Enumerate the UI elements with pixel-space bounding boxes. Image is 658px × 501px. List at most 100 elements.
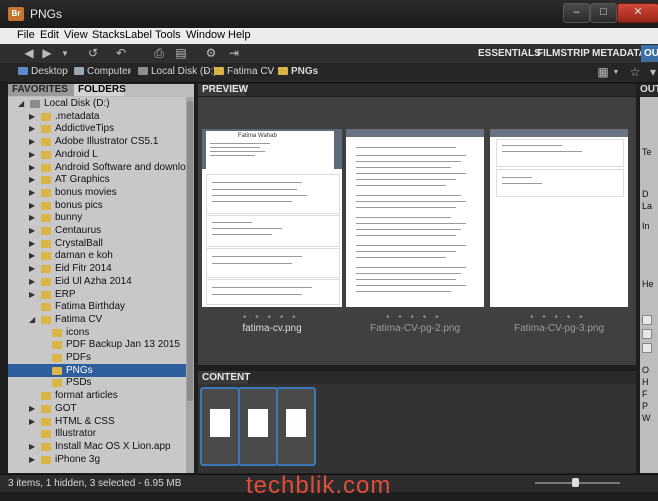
- view-dropdown-icon[interactable]: ▼: [612, 65, 620, 80]
- expanded-arrow-icon[interactable]: ◢: [29, 313, 35, 326]
- folder-tree-item[interactable]: ▶ HTML & CSS: [8, 415, 186, 428]
- tab-preview[interactable]: PREVIEW: [198, 84, 248, 96]
- camera-import-icon[interactable]: ⎙: [150, 46, 168, 61]
- folder-tree-item[interactable]: ▶ .metadata: [8, 110, 186, 123]
- output-label[interactable]: F: [642, 389, 648, 399]
- dropdown-arrow-icon[interactable]: ▼: [56, 46, 74, 61]
- folder-tree-item[interactable]: ▶ ERP: [8, 288, 186, 301]
- workspace-filmstrip[interactable]: FILMSTRIP: [537, 48, 590, 59]
- scrollbar-thumb[interactable]: [187, 101, 193, 401]
- collapsed-arrow-icon[interactable]: ▶: [29, 173, 35, 186]
- tab-content[interactable]: CONTENT: [198, 371, 250, 384]
- menu-label[interactable]: Label: [125, 29, 152, 41]
- folder-tree-item[interactable]: PDFs: [8, 351, 186, 364]
- folder-tree-item[interactable]: ▶ Adobe Illustrator CS5.1: [8, 135, 186, 148]
- rating-dots[interactable]: • • • • •: [243, 312, 299, 323]
- menu-file[interactable]: File: [17, 29, 35, 41]
- close-button[interactable]: ✕: [617, 3, 658, 23]
- collapsed-arrow-icon[interactable]: ▶: [29, 122, 35, 135]
- output-label[interactable]: P: [642, 401, 648, 411]
- collapsed-arrow-icon[interactable]: ▶: [29, 199, 35, 212]
- refine-icon[interactable]: ▤: [172, 46, 190, 61]
- maximize-button[interactable]: □: [590, 3, 617, 23]
- preview-page-3[interactable]: [490, 129, 628, 307]
- preview-page-1[interactable]: Fatima Wahab: [202, 129, 342, 307]
- workspace-output[interactable]: OU: [641, 45, 658, 62]
- collapsed-arrow-icon[interactable]: ▶: [29, 275, 35, 288]
- content-thumbnail[interactable]: [276, 387, 316, 466]
- breadcrumb-fatima-cv[interactable]: Fatima CV: [214, 66, 274, 77]
- sort-icon[interactable]: ▾: [644, 65, 658, 80]
- folder-tree-item[interactable]: ▶ bonus pics: [8, 199, 186, 212]
- collapsed-arrow-icon[interactable]: ▶: [29, 161, 35, 174]
- output-label[interactable]: H: [642, 377, 649, 387]
- folder-tree-item[interactable]: ▶ GOT: [8, 402, 186, 415]
- collapsed-arrow-icon[interactable]: ▶: [29, 211, 35, 224]
- folder-tree-item[interactable]: PDF Backup Jan 13 2015: [8, 338, 186, 351]
- preview-page-2[interactable]: [346, 129, 484, 307]
- collapsed-arrow-icon[interactable]: ▶: [29, 415, 35, 428]
- menu-edit[interactable]: Edit: [40, 29, 59, 41]
- folder-tree-item[interactable]: ◢ Local Disk (D:): [8, 97, 186, 110]
- workspace-essentials[interactable]: ESSENTIALS: [478, 48, 541, 59]
- tab-folders[interactable]: FOLDERS: [74, 84, 126, 96]
- folder-tree-item[interactable]: Fatima Birthday: [8, 300, 186, 313]
- rating-dots[interactable]: • • • • •: [530, 312, 586, 323]
- menu-tools[interactable]: Tools: [155, 29, 181, 41]
- folder-tree-item[interactable]: ▶ daman e koh: [8, 249, 186, 262]
- folder-tree-item[interactable]: ▶ iPhone 3g: [8, 453, 186, 466]
- minimize-button[interactable]: ‒: [563, 3, 590, 23]
- output-label[interactable]: W: [642, 413, 651, 423]
- folder-tree-item[interactable]: ▶ AT Graphics: [8, 173, 186, 186]
- output-checkbox[interactable]: [642, 329, 652, 339]
- output-label[interactable]: O: [642, 365, 649, 375]
- folder-tree-item[interactable]: PNGs: [8, 363, 186, 377]
- collapsed-arrow-icon[interactable]: ▶: [29, 288, 35, 301]
- output-label[interactable]: La: [642, 201, 652, 211]
- expanded-arrow-icon[interactable]: ◢: [18, 97, 24, 110]
- breadcrumb-computer[interactable]: Computer: [74, 66, 131, 77]
- folder-tree-item[interactable]: ▶ Android Software and downloads: [8, 161, 186, 174]
- output-checkbox[interactable]: [642, 315, 652, 325]
- recent-folders-icon[interactable]: ↺: [84, 46, 102, 61]
- folder-tree-item[interactable]: ▶ Eid Fitr 2014: [8, 262, 186, 275]
- folder-tree-item[interactable]: ▶ AddictiveTips: [8, 122, 186, 135]
- collapsed-arrow-icon[interactable]: ▶: [29, 262, 35, 275]
- folder-tree-item[interactable]: ▶ bonus movies: [8, 186, 186, 199]
- breadcrumb-pngs[interactable]: PNGs: [278, 66, 318, 77]
- tab-favorites[interactable]: FAVORITES: [8, 84, 78, 96]
- grid-view-icon[interactable]: ▦: [594, 65, 612, 80]
- content-thumbnail[interactable]: [200, 387, 240, 466]
- collapsed-arrow-icon[interactable]: ▶: [29, 453, 35, 466]
- back-arrow-icon[interactable]: ◀: [20, 46, 38, 61]
- folder-tree-item[interactable]: Illustrator: [8, 427, 186, 440]
- collapsed-arrow-icon[interactable]: ▶: [29, 110, 35, 123]
- tab-output[interactable]: OUTPUT: [640, 84, 658, 96]
- output-checkbox[interactable]: [642, 343, 652, 353]
- folder-tree-item[interactable]: ▶ Install Mac OS X Lion.app: [8, 440, 186, 453]
- review-icon[interactable]: ⚙: [202, 46, 220, 61]
- folder-tree-item[interactable]: icons: [8, 326, 186, 339]
- collapsed-arrow-icon[interactable]: ▶: [29, 237, 35, 250]
- folder-tree-item[interactable]: format articles: [8, 389, 186, 402]
- slider-handle[interactable]: [572, 478, 579, 487]
- menu-window[interactable]: Window: [186, 29, 225, 41]
- content-thumbnail[interactable]: [238, 387, 278, 466]
- boomerang-icon[interactable]: ↶: [112, 46, 130, 61]
- collapsed-arrow-icon[interactable]: ▶: [29, 186, 35, 199]
- collapsed-arrow-icon[interactable]: ▶: [29, 224, 35, 237]
- collapsed-arrow-icon[interactable]: ▶: [29, 135, 35, 148]
- collapsed-arrow-icon[interactable]: ▶: [29, 402, 35, 415]
- folder-tree-item[interactable]: ▶ Eid Ul Azha 2014: [8, 275, 186, 288]
- folder-tree-item[interactable]: ▶ CrystalBall: [8, 237, 186, 250]
- output-label[interactable]: D: [642, 189, 649, 199]
- forward-arrow-icon[interactable]: ▶: [38, 46, 56, 61]
- collapsed-arrow-icon[interactable]: ▶: [29, 148, 35, 161]
- collapsed-arrow-icon[interactable]: ▶: [29, 249, 35, 262]
- menu-stacks[interactable]: Stacks: [92, 29, 125, 41]
- menu-help[interactable]: Help: [228, 29, 251, 41]
- star-filter-icon[interactable]: ☆: [626, 65, 644, 80]
- folder-tree-item[interactable]: ◢ Fatima CV: [8, 313, 186, 326]
- collapsed-arrow-icon[interactable]: ▶: [29, 440, 35, 453]
- folder-tree-item[interactable]: ▶ bunny: [8, 211, 186, 224]
